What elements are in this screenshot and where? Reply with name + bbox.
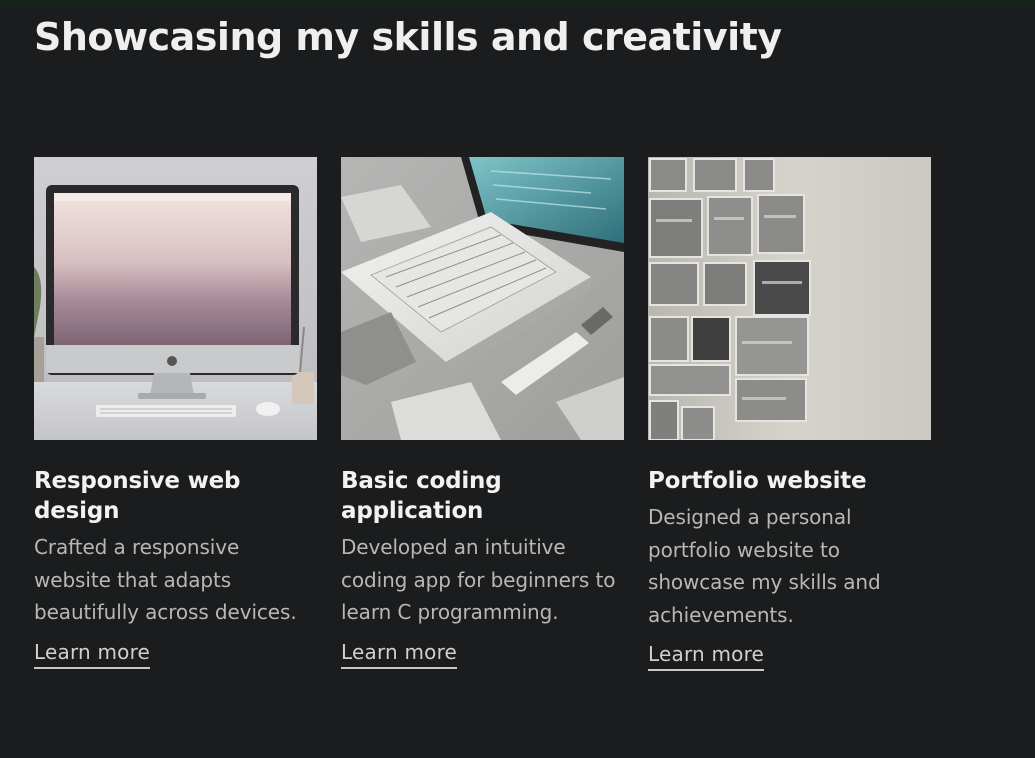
project-card-responsive-web-design: Responsive web design Crafted a responsi… (34, 157, 317, 669)
project-title: Basic coding application (341, 468, 502, 524)
desktop-computer-image (34, 157, 317, 440)
laptop-keyboard-image (341, 157, 624, 440)
section-title: Showcasing my skills and creativity (34, 15, 782, 59)
project-title: Responsive web design (34, 468, 241, 524)
learn-more-link[interactable]: Learn more (648, 640, 765, 671)
project-description: Crafted a responsive website that adapts… (34, 535, 297, 624)
learn-more-link[interactable]: Learn more (34, 638, 151, 669)
project-card-basic-coding-application: Basic coding application Developed an in… (341, 157, 624, 669)
project-title: Portfolio website (648, 468, 867, 494)
portfolio-grid-image (648, 157, 931, 440)
project-description: Designed a personal portfolio website to… (648, 505, 881, 627)
project-card-portfolio-website: Portfolio website Designed a personal po… (648, 157, 931, 671)
top-border-strip (0, 0, 1035, 6)
learn-more-link[interactable]: Learn more (341, 638, 458, 669)
project-description: Developed an intuitive coding app for be… (341, 535, 616, 624)
